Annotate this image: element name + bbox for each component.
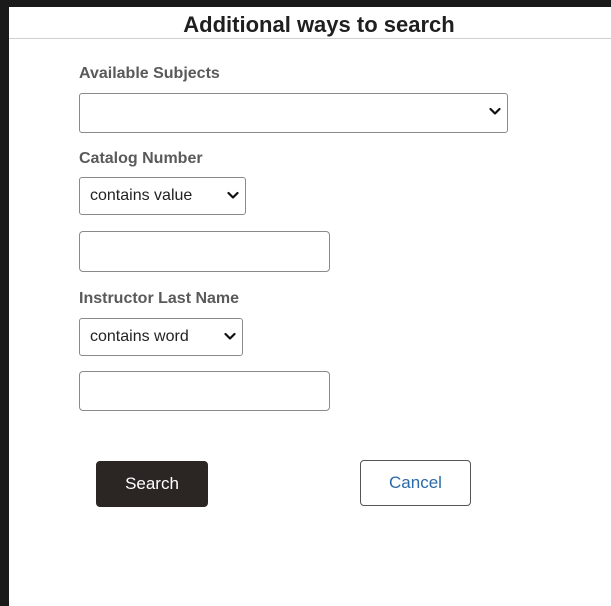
chevron-down-icon (489, 107, 501, 115)
catalog-number-operator-value: contains value (90, 187, 193, 204)
chevron-down-icon (227, 191, 239, 199)
dialog-header: Additional ways to search (9, 7, 611, 39)
catalog-number-label: Catalog Number (79, 150, 203, 167)
chevron-down-icon (224, 332, 236, 340)
available-subjects-label: Available Subjects (79, 65, 220, 82)
instructor-last-name-operator-value: contains word (90, 328, 189, 345)
catalog-number-input[interactable] (79, 231, 330, 272)
search-button[interactable]: Search (96, 461, 208, 507)
cancel-button[interactable]: Cancel (360, 460, 471, 506)
instructor-last-name-operator-select[interactable]: contains word (79, 318, 243, 356)
catalog-number-operator-select[interactable]: contains value (79, 177, 246, 215)
available-subjects-select[interactable] (79, 93, 508, 133)
instructor-last-name-label: Instructor Last Name (79, 290, 240, 307)
instructor-last-name-input[interactable] (79, 371, 330, 411)
dialog-title: Additional ways to search (183, 12, 455, 37)
